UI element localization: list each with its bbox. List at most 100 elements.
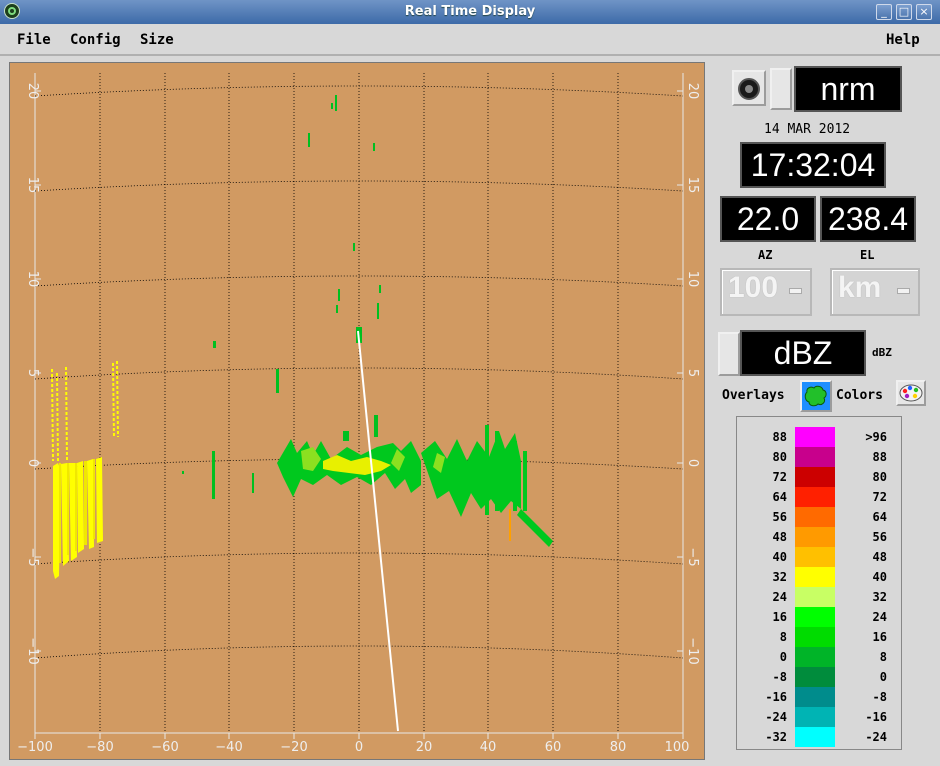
y-tick-labels-left: 20 15 10 5 0 −5 −10 (25, 83, 40, 665)
radar-plot[interactable]: 20 15 10 5 0 −5 −10 20 15 10 5 0 −5 −10 … (10, 63, 704, 759)
legend-upper-value: 0 (879, 670, 887, 684)
legend-swatch (795, 707, 835, 727)
legend-swatch (795, 607, 835, 627)
legend-upper-value: 40 (872, 570, 887, 584)
legend-upper-value: -24 (865, 730, 887, 744)
legend-lower-value: 8 (779, 630, 787, 644)
x-tick-label: 80 (610, 740, 627, 755)
legend-upper-value: 24 (872, 610, 887, 624)
legend-row: 72 80 (737, 467, 903, 487)
legend-upper-value: 48 (872, 550, 887, 564)
legend-swatch (795, 487, 835, 507)
menu-help[interactable]: Help (886, 32, 920, 48)
legend-lower-value: 0 (779, 650, 787, 664)
chevron-down-icon (789, 288, 802, 294)
minimize-button[interactable]: _ (876, 4, 892, 20)
legend-row: 48 56 (737, 527, 903, 547)
legend-row: 24 32 (737, 587, 903, 607)
x-tick-label: −60 (151, 740, 178, 755)
date-label: 14 MAR 2012 (764, 122, 851, 137)
color-legend: 88 >96 80 88 72 80 64 72 56 64 48 56 40 48 32 40 24 32 16 2… (736, 416, 902, 750)
legend-lower-value: 80 (772, 450, 787, 464)
legend-upper-value: 72 (872, 490, 887, 504)
legend-lower-value: 72 (772, 470, 787, 484)
palette-icon (899, 384, 923, 402)
record-button[interactable] (732, 70, 766, 106)
x-tick-labels: −100 −80 −60 −40 −20 0 20 40 60 80 100 (17, 740, 689, 755)
window-title: Real Time Display (404, 4, 536, 19)
az-display: 22.0 (720, 196, 816, 242)
legend-row: 64 72 (737, 487, 903, 507)
legend-lower-value: 40 (772, 550, 787, 564)
close-button[interactable]: × (916, 4, 932, 20)
legend-upper-value: -16 (865, 710, 887, 724)
range-value: 100 (728, 271, 779, 304)
legend-lower-value: 56 (772, 510, 787, 524)
legend-lower-value: 24 (772, 590, 787, 604)
legend-swatch (795, 427, 835, 447)
unit-dropdown[interactable]: km (830, 268, 920, 316)
y-tick-label: 0 (25, 459, 40, 467)
legend-swatch (795, 687, 835, 707)
menu-size[interactable]: Size (140, 32, 174, 48)
y-tick-label: 0 (685, 459, 700, 467)
y-tick-label: −5 (25, 547, 40, 566)
x-tick-label: 20 (416, 740, 433, 755)
legend-lower-value: 16 (772, 610, 787, 624)
legend-swatch (795, 547, 835, 567)
radar-display[interactable]: 20 15 10 5 0 −5 −10 20 15 10 5 0 −5 −10 … (9, 62, 705, 760)
legend-swatch (795, 587, 835, 607)
legend-swatch (795, 467, 835, 487)
radar-echoes (51, 95, 553, 732)
legend-lower-value: 64 (772, 490, 787, 504)
overlays-button[interactable] (800, 380, 832, 412)
title-bar[interactable]: Real Time Display _ □ × (0, 0, 940, 24)
legend-swatch (795, 667, 835, 687)
legend-upper-value: 56 (872, 530, 887, 544)
mode-display: nrm (794, 66, 902, 112)
legend-row: -32 -24 (737, 727, 903, 747)
legend-lower-value: 32 (772, 570, 787, 584)
legend-upper-value: 8 (879, 650, 887, 664)
legend-lower-value: -8 (772, 670, 787, 684)
menu-file[interactable]: File (17, 32, 51, 48)
legend-swatch (795, 647, 835, 667)
colors-button[interactable] (896, 380, 926, 406)
menu-config[interactable]: Config (70, 32, 121, 48)
mode-toggle-button[interactable] (770, 68, 792, 110)
legend-row: 32 40 (737, 567, 903, 587)
legend-upper-value: >96 (865, 430, 887, 444)
legend-row: 08 (737, 647, 903, 667)
legend-row: 88 >96 (737, 427, 903, 447)
maximize-button[interactable]: □ (896, 4, 912, 20)
overlays-label: Overlays (722, 388, 785, 403)
legend-upper-value: 64 (872, 510, 887, 524)
legend-row: -24 -16 (737, 707, 903, 727)
legend-swatch (795, 447, 835, 467)
legend-swatch (795, 527, 835, 547)
time-display: 17:32:04 (740, 142, 886, 188)
legend-row: 56 64 (737, 507, 903, 527)
el-label: EL (860, 248, 875, 262)
chevron-down-icon (897, 288, 910, 294)
x-tick-label: −40 (215, 740, 242, 755)
y-tick-labels-right: 20 15 10 5 0 −5 −10 (685, 83, 700, 665)
range-dropdown[interactable]: 100 (720, 268, 812, 316)
field-display: dBZ (740, 330, 866, 376)
legend-upper-value: 80 (872, 470, 887, 484)
legend-lower-value: -16 (765, 690, 787, 704)
map-overlay-icon (804, 385, 827, 407)
x-tick-label: 100 (665, 740, 690, 755)
field-unit-label: dBZ (872, 346, 892, 359)
legend-lower-value: -32 (765, 730, 787, 744)
x-ticks (34, 733, 684, 739)
x-tick-label: −100 (17, 740, 53, 755)
legend-swatch (795, 567, 835, 587)
legend-swatch (795, 507, 835, 527)
legend-swatch (795, 627, 835, 647)
grid (35, 73, 683, 733)
legend-upper-value: 32 (872, 590, 887, 604)
field-toggle-button[interactable] (718, 332, 740, 376)
y-tick-label: 20 (25, 83, 40, 100)
legend-row: 16 24 (737, 607, 903, 627)
